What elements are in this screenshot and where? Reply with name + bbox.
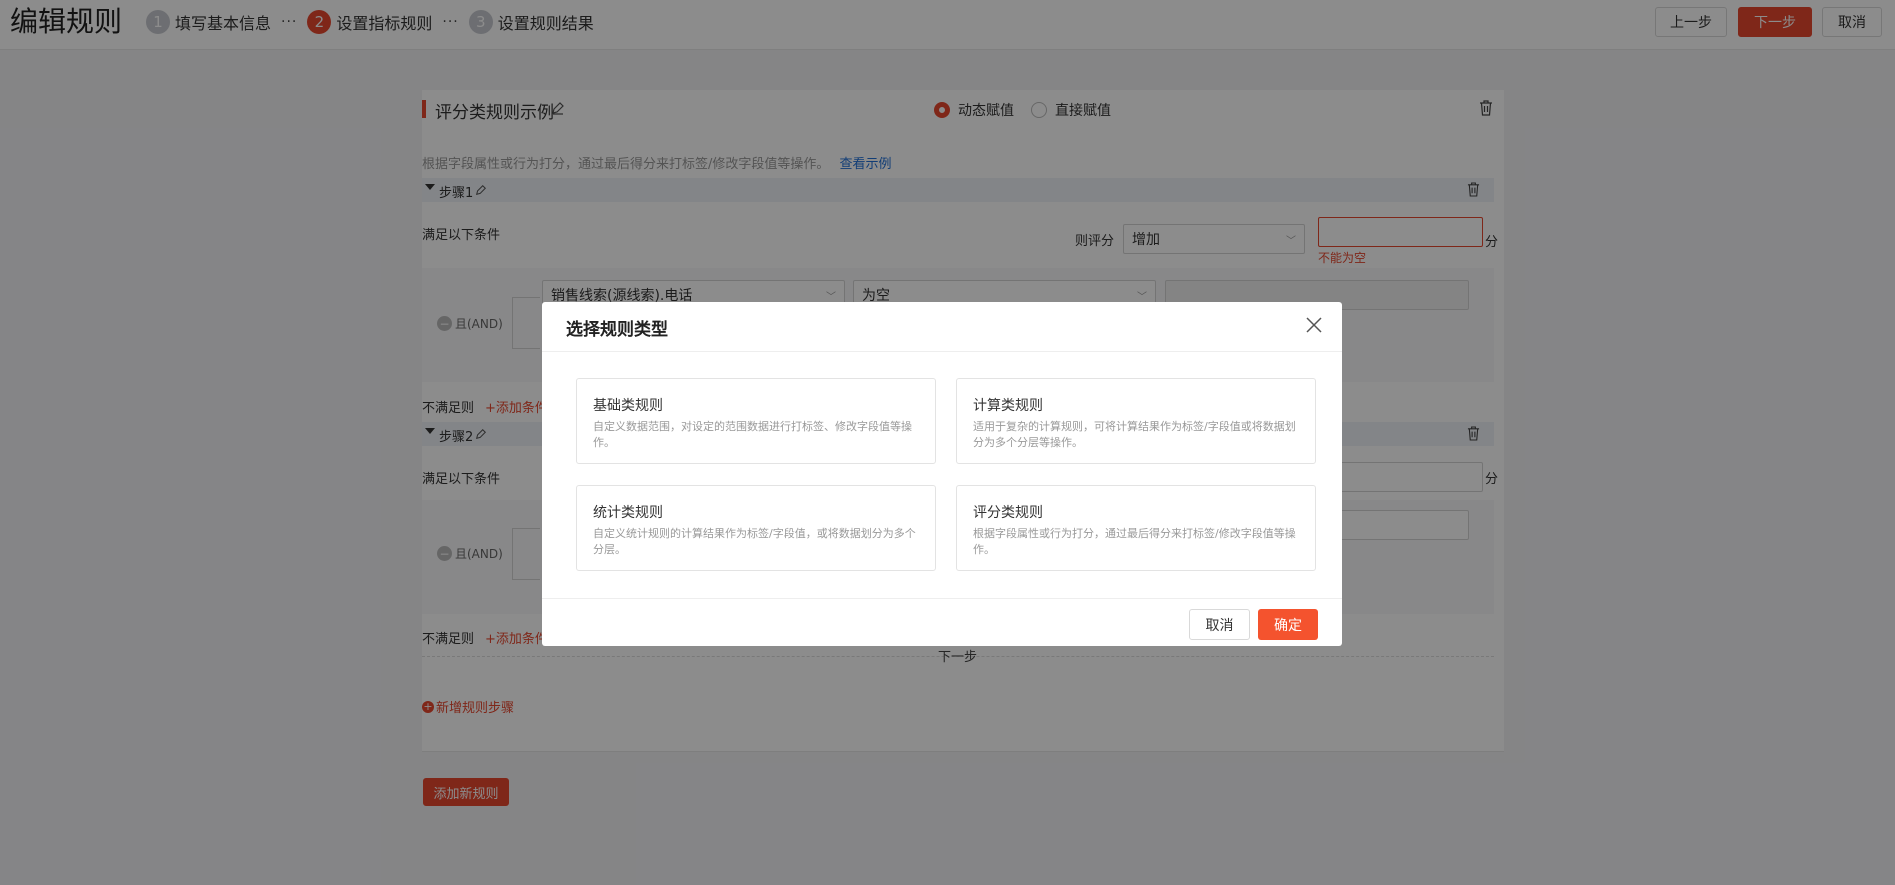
option-desc: 适用于复杂的计算规则，可将计算结果作为标签/字段值或将数据划分为多个分层等操作。 (973, 420, 1296, 449)
option-desc: 根据字段属性或行为打分，通过最后得分来打标签/修改字段值等操作。 (973, 527, 1296, 556)
modal-title: 选择规则类型 (566, 320, 668, 340)
rule-type-basic[interactable]: 基础类规则 自定义数据范围，对设定的范围数据进行打标签、修改字段值等操作。 (576, 378, 936, 464)
modal-footer: 取消 确定 (542, 598, 1342, 646)
option-title: 基础类规则 (593, 398, 663, 414)
modal-cancel-button[interactable]: 取消 (1189, 609, 1250, 640)
rule-type-calculation[interactable]: 计算类规则 适用于复杂的计算规则，可将计算结果作为标签/字段值或将数据划分为多个… (956, 378, 1316, 464)
option-desc: 自定义统计规则的计算结果作为标签/字段值，或将数据划分为多个分层。 (593, 527, 916, 556)
close-icon[interactable] (1304, 315, 1324, 335)
option-desc: 自定义数据范围，对设定的范围数据进行打标签、修改字段值等操作。 (593, 420, 912, 449)
option-title: 统计类规则 (593, 505, 663, 521)
rule-type-statistics[interactable]: 统计类规则 自定义统计规则的计算结果作为标签/字段值，或将数据划分为多个分层。 (576, 485, 936, 571)
modal-header: 选择规则类型 (542, 302, 1342, 352)
option-title: 评分类规则 (973, 505, 1043, 521)
rule-type-modal: 选择规则类型 基础类规则 自定义数据范围，对设定的范围数据进行打标签、修改字段值… (542, 302, 1342, 646)
rule-type-scoring[interactable]: 评分类规则 根据字段属性或行为打分，通过最后得分来打标签/修改字段值等操作。 (956, 485, 1316, 571)
modal-confirm-button[interactable]: 确定 (1258, 609, 1318, 640)
option-title: 计算类规则 (973, 398, 1043, 414)
